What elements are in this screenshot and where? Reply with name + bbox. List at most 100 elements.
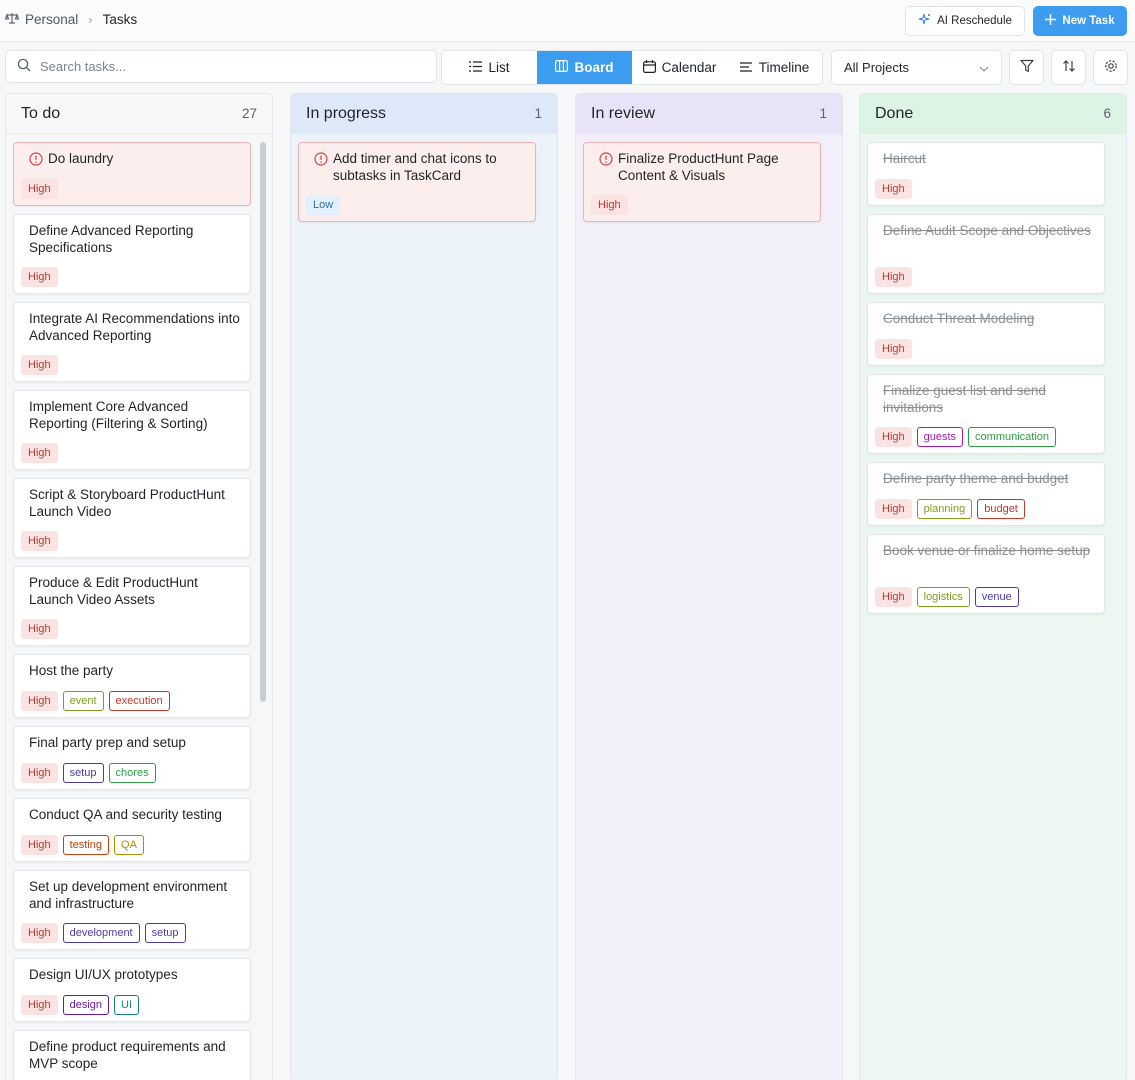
task-card[interactable]: Host the party High event execution (13, 654, 251, 718)
tab-list[interactable]: List (442, 51, 537, 84)
priority-badge: High (875, 339, 912, 359)
priority-badge: High (21, 267, 58, 287)
priority-badge: High (875, 427, 912, 447)
tag-label[interactable]: chores (108, 763, 156, 783)
column-title: In review (591, 104, 656, 122)
task-card[interactable]: Conduct QA and security testing High testi… (13, 798, 251, 862)
priority-badge: High (591, 195, 628, 215)
priority-badge: High (21, 355, 58, 375)
tag-label[interactable]: communication (968, 427, 1057, 447)
task-card[interactable]: Integrate AI Recommendations into Advanc… (13, 302, 251, 382)
tab-calendar[interactable]: Calendar (632, 51, 727, 84)
task-card[interactable]: Haircut High (867, 142, 1105, 206)
task-tags: High (591, 195, 628, 215)
task-card[interactable]: Finalize ProductHunt Page Content & Visu… (583, 142, 821, 222)
top-bar: Personal › Tasks AI Reschedule New Task (0, 0, 1135, 42)
project-select[interactable]: All Projects (831, 50, 1002, 85)
task-tags: High planning budget (875, 499, 1025, 519)
settings-button[interactable] (1093, 50, 1128, 85)
column-count: 6 (1103, 106, 1111, 121)
task-card[interactable]: Define party theme and budget High plannin… (867, 462, 1105, 526)
task-card[interactable]: Define Advanced Reporting Specifications… (13, 214, 251, 294)
tab-timeline[interactable]: Timeline (727, 51, 822, 84)
tag-label[interactable]: setup (62, 763, 104, 783)
tag-label[interactable]: QA (114, 835, 144, 855)
task-card[interactable]: Implement Core Advanced Reporting (Filte… (13, 390, 251, 470)
tab-board-label: Board (574, 60, 614, 75)
search-input[interactable] (40, 59, 420, 74)
column-scrollbar[interactable] (260, 142, 266, 702)
priority-badge: High (21, 443, 58, 463)
tag-label[interactable]: budget (977, 499, 1025, 519)
new-task-button[interactable]: New Task (1033, 6, 1127, 36)
tag-label[interactable]: execution (108, 691, 170, 711)
task-card[interactable]: Define Audit Scope and Objectives High (867, 214, 1105, 294)
tag-label[interactable]: venue (974, 587, 1019, 607)
task-card[interactable]: Do laundry High (13, 142, 251, 206)
priority-badge: High (21, 995, 58, 1015)
task-title: Define product requirements and MVP scop… (29, 1039, 226, 1071)
sort-button[interactable] (1051, 50, 1086, 85)
task-card[interactable]: Set up development environment and infra… (13, 870, 251, 950)
task-card[interactable]: Final party prep and setup High setup chore… (13, 726, 251, 790)
priority-badge: High (21, 531, 58, 551)
task-card[interactable]: Define product requirements and MVP scop… (13, 1030, 251, 1080)
filter-icon (1019, 59, 1034, 76)
tag-label[interactable]: testing (62, 835, 110, 855)
calendar-icon (642, 59, 656, 76)
task-tags: High (21, 179, 58, 199)
tag-label[interactable]: setup (144, 923, 186, 943)
tag-label[interactable]: UI (114, 995, 140, 1015)
task-title: Design UI/UX prototypes (29, 967, 178, 982)
column-header: In review 1 (576, 94, 842, 134)
new-task-label: New Task (1062, 15, 1115, 27)
column-header: Done 6 (860, 94, 1126, 134)
project-select-value: All Projects (844, 60, 910, 75)
task-tags: Low (306, 195, 341, 215)
task-card[interactable]: Design UI/UX prototypes High design UI (13, 958, 251, 1022)
ai-reschedule-button[interactable]: AI Reschedule (905, 6, 1025, 36)
task-card[interactable]: Produce & Edit ProductHunt Launch Video … (13, 566, 251, 646)
task-tags: High design UI (21, 995, 140, 1015)
breadcrumb-personal[interactable]: Personal (25, 12, 78, 27)
sort-icon (1062, 59, 1076, 76)
task-title: Define party theme and budget (883, 471, 1069, 486)
task-title: Set up development environment and infra… (29, 879, 228, 911)
scale-icon (4, 12, 20, 27)
task-card[interactable]: Conduct Threat Modeling High (867, 302, 1105, 366)
task-card[interactable]: Book venue or finalize home setup High log… (867, 534, 1105, 614)
tag-label[interactable]: development (62, 923, 140, 943)
task-tags: High (21, 531, 58, 551)
tag-label[interactable]: event (62, 691, 104, 711)
task-tags: High (21, 267, 58, 287)
tag-label[interactable]: design (62, 995, 110, 1015)
filter-button[interactable] (1009, 50, 1044, 85)
task-title: Final party prep and setup (29, 735, 186, 750)
priority-badge: High (21, 691, 58, 711)
priority-badge: High (21, 619, 58, 639)
task-tags: High (21, 355, 58, 375)
timeline-icon (739, 60, 753, 75)
priority-badge: High (875, 499, 912, 519)
tag-label[interactable]: planning (916, 499, 973, 519)
task-title: Do laundry (48, 151, 114, 166)
search-box[interactable] (5, 50, 437, 83)
task-title: Produce & Edit ProductHunt Launch Video … (29, 575, 198, 607)
alert-circle-icon (29, 152, 43, 166)
task-card[interactable]: Add timer and chat icons to subtasks in … (298, 142, 536, 222)
tab-board[interactable]: Board (537, 51, 632, 84)
task-tags: High (875, 179, 912, 199)
gear-icon (1104, 59, 1118, 76)
ai-reschedule-label: AI Reschedule (937, 15, 1012, 27)
tag-label[interactable]: logistics (916, 587, 970, 607)
task-card[interactable]: Script & Storyboard ProductHunt Launch V… (13, 478, 251, 558)
task-title: Conduct Threat Modeling (883, 311, 1035, 326)
chevron-down-icon (979, 60, 989, 75)
column-done: Done 6 Haircut High Define Audit Scope and O… (859, 93, 1127, 1080)
task-title: Book venue or finalize home setup (883, 543, 1091, 558)
task-title: Add timer and chat icons to subtasks in … (333, 151, 497, 183)
column-in-progress: In progress 1 Add timer and chat icons to … (290, 93, 558, 1080)
task-card[interactable]: Finalize guest list and send invitations… (867, 374, 1105, 454)
breadcrumb-current: Tasks (102, 12, 138, 27)
tag-label[interactable]: guests (916, 427, 964, 447)
